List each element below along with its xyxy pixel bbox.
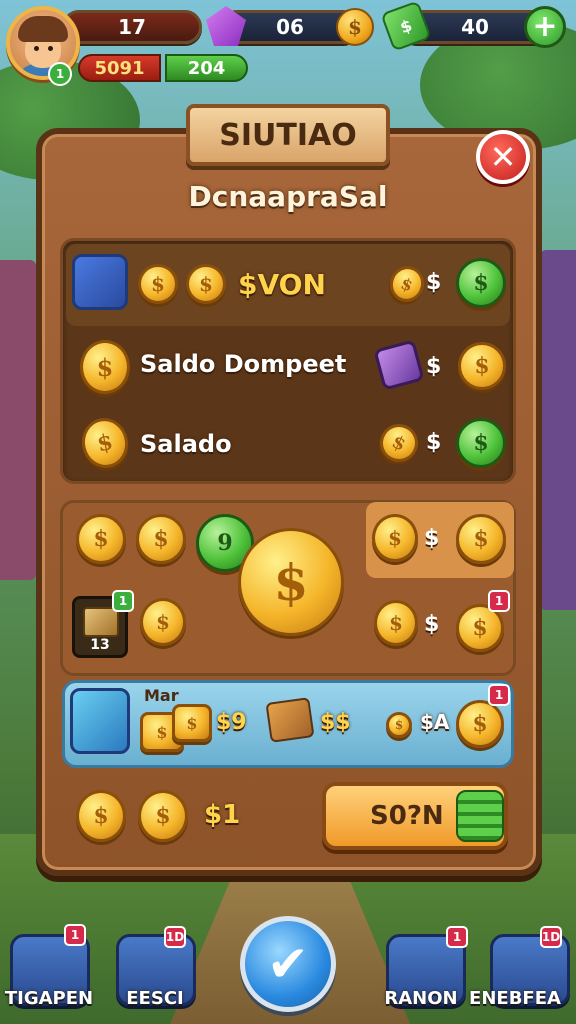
chest-badge: 1 xyxy=(112,590,134,612)
coin-stack-icon: $ xyxy=(140,598,186,646)
offer-row3-label: Salado xyxy=(140,430,232,458)
coin-pack-button[interactable]: $ xyxy=(136,514,186,564)
map-item-icon[interactable] xyxy=(72,254,128,310)
cash-green-counter: 204 xyxy=(165,54,248,82)
offer-row1-price: $ xyxy=(426,270,442,295)
offer-row1-label: $VON xyxy=(238,268,326,301)
level-count: 17 xyxy=(118,15,146,39)
coin-stack-icon: $ xyxy=(172,704,212,742)
special-value-2: $$ xyxy=(320,710,351,735)
dialog-subtitle: DcnaapraSal xyxy=(188,180,388,213)
nav-badge-eescu: 1D xyxy=(164,926,186,948)
house-left xyxy=(0,260,36,580)
buy-button-label: S0?N xyxy=(370,801,444,831)
nav-label-enebfea: ENEBFEA xyxy=(469,988,561,1009)
special-badge: 1 xyxy=(488,684,510,706)
offer-row3-buy-button[interactable]: $ xyxy=(456,418,506,468)
close-button[interactable]: ✕ xyxy=(476,130,530,184)
coin-icon: $ xyxy=(138,790,188,842)
scroll-item-icon[interactable] xyxy=(70,688,130,754)
avatar-level-badge: 1 xyxy=(48,62,72,86)
add-cash-button[interactable]: + xyxy=(524,6,566,48)
nav-badge-enebfea: 1D xyxy=(540,926,562,948)
check-icon[interactable]: ✔ xyxy=(240,916,336,1012)
nav-badge-ranon: 1 xyxy=(446,926,468,948)
offer-row2-price: $ xyxy=(426,354,442,379)
level-bar: 17 xyxy=(62,10,202,44)
mid-price: $ xyxy=(424,612,440,637)
mid-badge: 1 xyxy=(488,590,510,612)
offer-row1-buy-button[interactable]: $ xyxy=(456,258,506,308)
coin-icon: $ xyxy=(386,712,412,738)
offer-row3-price: $ xyxy=(426,430,442,455)
coin-pack-buy-button[interactable]: $ xyxy=(456,514,506,564)
coin-icon: $ xyxy=(372,514,418,562)
offer-row2-buy-button[interactable]: $ xyxy=(458,342,506,390)
special-value-1: $9 xyxy=(216,710,247,735)
cash-count: 40 xyxy=(461,15,489,39)
wood-icon xyxy=(265,697,315,743)
nav-badge-tigapen: 1 xyxy=(64,924,86,946)
coins-red-counter: 5091 xyxy=(78,54,161,82)
coin-pack-button[interactable]: $ xyxy=(76,514,126,564)
coin-icon: $ xyxy=(76,790,126,842)
offer-row2-label: Saldo Dompeet xyxy=(140,350,347,378)
cash-stack-icon xyxy=(456,790,504,842)
special-buy-button[interactable]: $ xyxy=(456,700,504,748)
nav-label-eescu: EESCI xyxy=(126,988,184,1009)
dialog-banner: SIUTIAO xyxy=(186,104,390,166)
coin-icon: $ xyxy=(336,8,374,46)
green-coin-value: 9 xyxy=(217,530,233,556)
house-right xyxy=(540,250,576,610)
coin-icon: $ xyxy=(374,600,418,646)
special-offer-tag: Mar xyxy=(144,686,179,705)
big-coin-icon: $ xyxy=(238,528,344,636)
coin-pack-price: $ xyxy=(424,526,440,551)
chest-count: 13 xyxy=(90,637,110,653)
resource-row: 5091 204 xyxy=(78,54,248,82)
bottom-price: $1 xyxy=(204,800,241,830)
special-value-3: $A xyxy=(420,710,450,734)
coin-icon: $ xyxy=(138,264,178,304)
coin-icon: $ xyxy=(80,340,130,394)
nav-label-tigapen: TIGAPEN xyxy=(4,988,94,1009)
chest-icon xyxy=(83,607,119,637)
coin-icon: $ xyxy=(186,264,226,304)
gems-count: 06 xyxy=(276,15,304,39)
